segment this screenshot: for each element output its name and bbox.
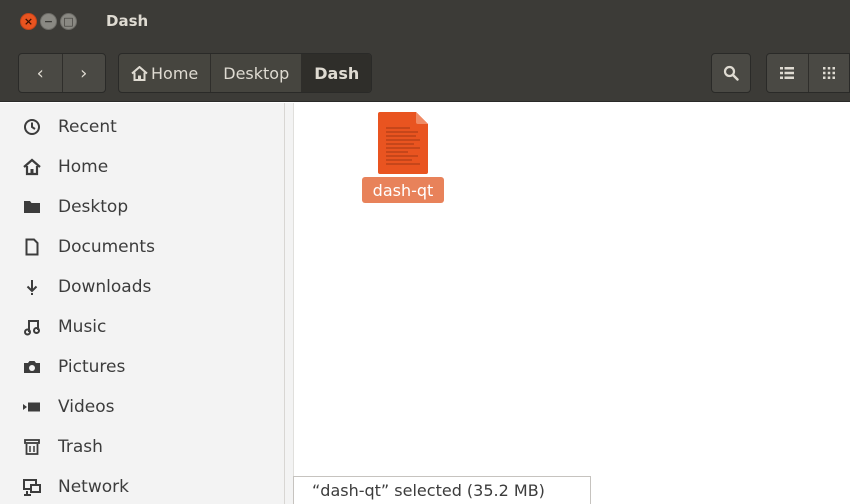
sidebar-item-label: Downloads [58,277,152,297]
maximize-window-button[interactable]: □ [60,13,77,30]
minimize-window-button[interactable]: − [40,13,57,30]
close-icon: × [23,15,34,28]
back-button[interactable]: ‹ [19,54,62,92]
sidebar-item-pictures[interactable]: Pictures [0,347,285,387]
maximize-icon: □ [63,15,74,28]
view-mode-buttons [766,53,850,93]
breadcrumb-desktop-label: Desktop [223,63,290,83]
window-title: Dash [106,12,149,30]
sidebar-item-label: Documents [58,237,155,257]
sidebar-item-recent[interactable]: Recent [0,107,285,147]
sidebar-item-desktop[interactable]: Desktop [0,187,285,227]
grid-view-icon [822,67,835,79]
folder-icon [24,201,40,213]
breadcrumb-home[interactable]: Home [119,54,212,92]
breadcrumb: Home Desktop Dash [118,53,373,93]
sidebar-item-label: Home [58,157,109,177]
breadcrumb-home-label: Home [151,63,199,83]
sidebar-item-downloads[interactable]: Downloads [0,267,285,307]
sidebar-item-music[interactable]: Music [0,307,285,347]
minimize-icon: − [43,15,54,28]
navigation-buttons: ‹ › [18,53,106,93]
toolbar: ‹ › Home Desktop Dash [0,46,850,102]
trash-icon [24,439,40,455]
grid-view-button[interactable] [807,54,850,92]
breadcrumb-dash[interactable]: Dash [302,54,372,92]
status-bar: “dash-qt” selected (35.2 MB) [293,476,591,504]
forward-icon: › [80,62,88,84]
video-icon [23,402,40,412]
sidebar-item-home[interactable]: Home [0,147,285,187]
breadcrumb-dash-label: Dash [314,63,360,83]
places-sidebar: Recent Home Desktop Documents Downloads … [0,103,285,504]
file-name-label: dash-qt [362,177,444,203]
title-bar: × − □ Dash [0,0,850,46]
file-icon [378,112,428,174]
home-icon [131,65,148,81]
clock-icon [24,119,40,135]
breadcrumb-desktop[interactable]: Desktop [211,54,303,92]
sidebar-item-network[interactable]: Network [0,467,285,504]
sidebar-divider[interactable] [285,103,294,504]
close-window-button[interactable]: × [20,13,37,30]
sidebar-item-label: Music [58,317,107,337]
document-icon [25,238,39,256]
sidebar-item-label: Desktop [58,197,129,217]
sidebar-item-videos[interactable]: Videos [0,387,285,427]
sidebar-item-label: Videos [58,397,115,417]
list-view-icon [780,67,795,79]
sidebar-item-label: Network [58,477,129,497]
sidebar-item-documents[interactable]: Documents [0,227,285,267]
search-icon [723,65,739,81]
camera-icon [24,361,40,373]
sidebar-item-label: Recent [58,117,117,137]
home-icon [23,158,41,176]
list-view-button[interactable] [767,54,808,92]
back-icon: ‹ [36,62,44,84]
sidebar-item-trash[interactable]: Trash [0,427,285,467]
network-icon [23,479,41,496]
music-icon [24,320,40,336]
sidebar-item-label: Trash [58,437,103,457]
sidebar-item-label: Pictures [58,357,126,377]
file-item[interactable]: dash-qt [362,112,444,204]
forward-button[interactable]: › [61,54,106,92]
download-icon [26,280,38,295]
search-button[interactable] [711,53,751,93]
